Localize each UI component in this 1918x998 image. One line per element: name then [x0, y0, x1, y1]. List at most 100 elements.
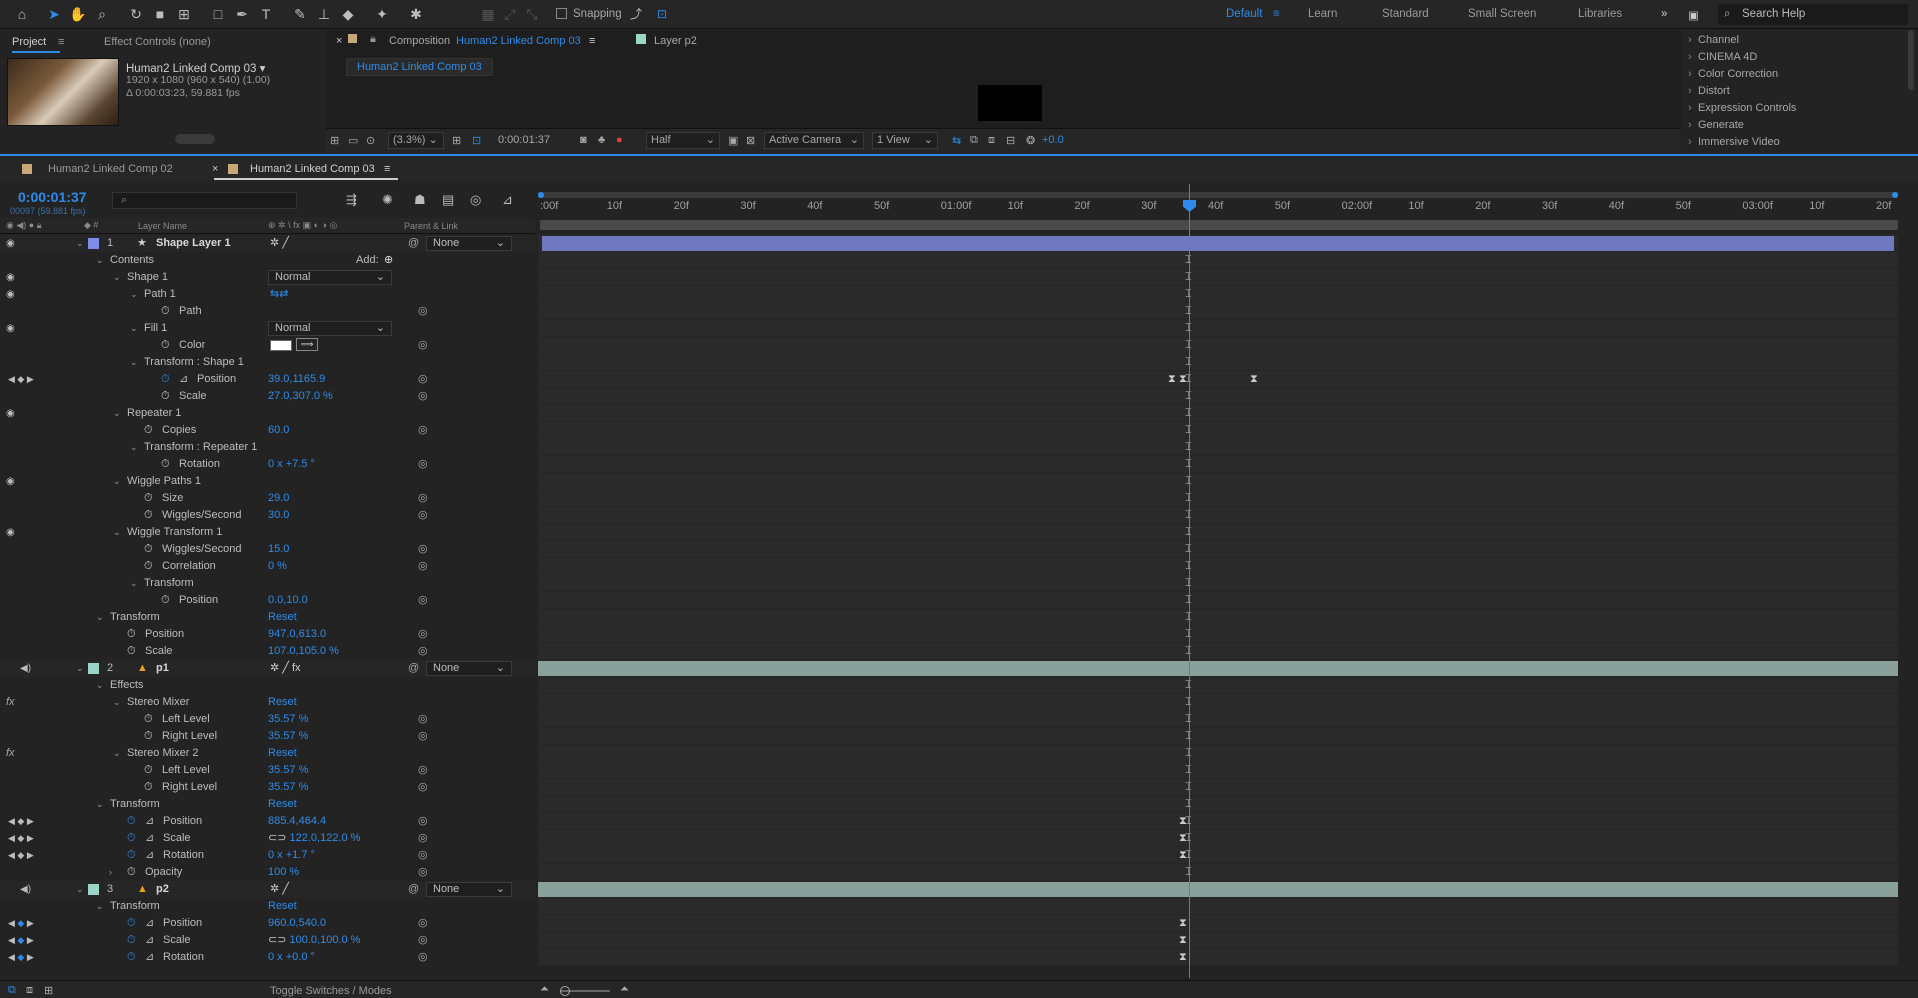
effect-category-generate[interactable]: Generate	[1688, 119, 1744, 131]
label-color-chip[interactable]	[88, 238, 99, 249]
property-row[interactable]: ◀ ◆ ▶ ⏱ ⊿ Scale ⊂⊃ 100.0,100.0 % ◎	[0, 932, 535, 949]
graph-editor-icon[interactable]: ⊿	[502, 192, 513, 208]
more-workspaces-icon[interactable]: »	[1661, 8, 1667, 20]
property-row[interactable]: ◀ ◆ ▶ ⏱ ⊿ Rotation 0 x +0.0 ° ◎	[0, 949, 535, 966]
stopwatch-icon[interactable]: ⏱	[144, 728, 153, 745]
keyframe-navigator[interactable]: ◀ ◆ ▶	[8, 830, 34, 847]
property-group-row[interactable]: ◉ ⌄ Wiggle Paths 1	[0, 473, 535, 490]
blend-mode-select[interactable]: Normal ⌄	[268, 270, 392, 285]
comp-mini-flowchart-icon[interactable]: ⇶	[346, 192, 357, 208]
stopwatch-icon[interactable]: ⏱	[144, 507, 153, 524]
effect-category-distort[interactable]: Distort	[1688, 85, 1730, 97]
stopwatch-icon[interactable]: ⏱	[127, 813, 136, 830]
expression-pickwhip-icon[interactable]: ◎	[418, 303, 428, 320]
expand-twirl-icon[interactable]: ⌄	[76, 235, 84, 252]
property-name[interactable]: Position	[179, 592, 218, 609]
layer-switches-icon[interactable]: ⧉	[8, 984, 16, 997]
resolution-select[interactable]: Half ⌄	[646, 132, 720, 149]
effect-category-color-correction[interactable]: Color Correction	[1688, 68, 1778, 80]
timeline-menu-icon[interactable]: ≡	[384, 163, 390, 175]
close-tab-icon-comp03[interactable]: ×	[212, 163, 218, 175]
expression-pickwhip-icon[interactable]: ◎	[418, 847, 428, 864]
property-value[interactable]: 35.57 %	[268, 711, 308, 728]
project-scrollbar[interactable]	[175, 134, 215, 144]
stopwatch-icon[interactable]: ⏱	[144, 558, 153, 575]
property-row[interactable]: › ⏱ Opacity 100 % ◎	[0, 864, 535, 881]
property-row[interactable]: ⏱ Scale 107.0,105.0 % ◎	[0, 643, 535, 660]
property-row[interactable]: ⏱ Position 0.0,10.0 ◎	[0, 592, 535, 609]
layer-name[interactable]: Shape Layer 1	[156, 235, 231, 252]
property-value[interactable]: 29.0	[268, 490, 289, 507]
magnification-select[interactable]: (3.3%) ⌄	[388, 132, 444, 149]
property-group-row[interactable]: ◉ ⌄ Wiggle Transform 1	[0, 524, 535, 541]
expand-twirl-icon[interactable]: ⌄	[113, 694, 121, 711]
tab-layer-p2[interactable]: Layer p2	[654, 35, 697, 47]
keyframe-navigator[interactable]: ◀ ◆ ▶	[8, 932, 34, 949]
toggle-pixel-aspect-icon[interactable]: ⇆	[952, 134, 961, 147]
property-value[interactable]: 947.0,613.0	[268, 626, 326, 643]
expand-twirl-icon[interactable]: ⌄	[96, 252, 104, 269]
effect-category-immersive-video[interactable]: Immersive Video	[1688, 136, 1780, 148]
property-row[interactable]: ⏱ Left Level 35.57 % ◎	[0, 711, 535, 728]
property-value[interactable]: Reset	[268, 745, 297, 762]
property-value[interactable]: 107.0,105.0 %	[268, 643, 339, 660]
expand-twirl-icon[interactable]: ⌄	[130, 354, 138, 371]
expression-pickwhip-icon[interactable]: ◎	[418, 932, 428, 949]
expression-pickwhip-icon[interactable]: ◎	[418, 422, 428, 439]
snapshot-icon[interactable]: ◙	[580, 134, 587, 146]
property-name[interactable]: Transform : Repeater 1	[144, 439, 257, 456]
property-group-row[interactable]: ⌄ Transform : Repeater 1	[0, 439, 535, 456]
property-name[interactable]: Repeater 1	[127, 405, 181, 422]
expression-pickwhip-icon[interactable]: ◎	[418, 762, 428, 779]
keyframe-navigator[interactable]: ◀ ◆ ▶	[8, 371, 34, 388]
effect-category-channel[interactable]: Channel	[1688, 34, 1739, 46]
workspace-default[interactable]: Default	[1226, 8, 1262, 20]
keyframe-marker[interactable]: ⧗	[1179, 935, 1187, 946]
expression-pickwhip-icon[interactable]: ◎	[418, 711, 428, 728]
transparency-grid-icon[interactable]: ⊠	[746, 134, 755, 147]
property-value[interactable]: 100 %	[268, 864, 299, 881]
exposure-value[interactable]: +0.0	[1042, 134, 1064, 146]
property-row[interactable]: ⏱ Color ⟹ ◎	[0, 337, 535, 354]
draft-3d-icon[interactable]: ✺	[382, 192, 393, 208]
property-name[interactable]: Wiggle Paths 1	[127, 473, 201, 490]
expression-pickwhip-icon[interactable]: ◎	[418, 626, 428, 643]
label-color-chip[interactable]	[88, 884, 99, 895]
property-row[interactable]: ◀ ◆ ▶ ⏱ ⊿ Position 39.0,1165.9 ◎	[0, 371, 535, 388]
blend-mode-select[interactable]: Normal ⌄	[268, 321, 392, 336]
graph-icon[interactable]: ⊿	[145, 949, 154, 966]
property-row[interactable]: ◀ ◆ ▶ ⏱ ⊿ Scale ⊂⊃ 122.0,122.0 % ◎	[0, 830, 535, 847]
timeline-icon[interactable]: ⊟	[1006, 134, 1015, 147]
expand-twirl-icon[interactable]: ⌄	[113, 524, 121, 541]
property-name[interactable]: Position	[163, 813, 202, 830]
rectangle-tool-icon[interactable]: □	[208, 4, 228, 24]
channel-icon[interactable]: ●	[616, 134, 623, 146]
switches-icons[interactable]: ✲ ╱	[270, 236, 289, 251]
property-name[interactable]: Scale	[163, 932, 191, 949]
expand-twirl-icon[interactable]: ⌄	[113, 405, 121, 422]
layer-row[interactable]: ◉ ⌄ 1 ★ Shape Layer 1 ✲ ╱ @ None ⌄	[0, 235, 535, 252]
property-value[interactable]: 30.0	[268, 507, 289, 524]
panel-menu-icon[interactable]: ≡	[58, 36, 64, 48]
property-name[interactable]: Transform	[110, 898, 160, 915]
stopwatch-icon[interactable]: ⏱	[127, 915, 136, 932]
stopwatch-icon[interactable]: ⏱	[127, 847, 136, 864]
roto-brush-tool-icon[interactable]: ✦	[372, 4, 392, 24]
type-tool-icon[interactable]: T	[256, 4, 276, 24]
keyframe-marker[interactable]: ⧗	[1168, 374, 1176, 385]
parent-select[interactable]: None ⌄	[426, 236, 512, 251]
expression-pickwhip-icon[interactable]: ◎	[418, 371, 428, 388]
property-value[interactable]: Reset	[268, 898, 297, 915]
shy-layers-icon[interactable]: ☗	[414, 192, 426, 208]
property-value[interactable]: 0 x +0.0 °	[268, 949, 315, 966]
comp-tab-menu-icon[interactable]: ≡	[589, 35, 595, 47]
tab-comp-03[interactable]: Human2 Linked Comp 03	[250, 163, 375, 175]
property-row[interactable]: ⏱ Left Level 35.57 % ◎	[0, 762, 535, 779]
property-group-row[interactable]: ⌄ Transform Reset	[0, 796, 535, 813]
constrain-proportions-icon[interactable]: ⊂⊃	[268, 832, 290, 844]
expression-pickwhip-icon[interactable]: ◎	[418, 592, 428, 609]
snapping-checkbox[interactable]	[556, 8, 567, 19]
property-name[interactable]: Scale	[179, 388, 207, 405]
visibility-eye-icon[interactable]: ◉	[6, 524, 15, 541]
property-row[interactable]: ⏱ Rotation 0 x +7.5 ° ◎	[0, 456, 535, 473]
